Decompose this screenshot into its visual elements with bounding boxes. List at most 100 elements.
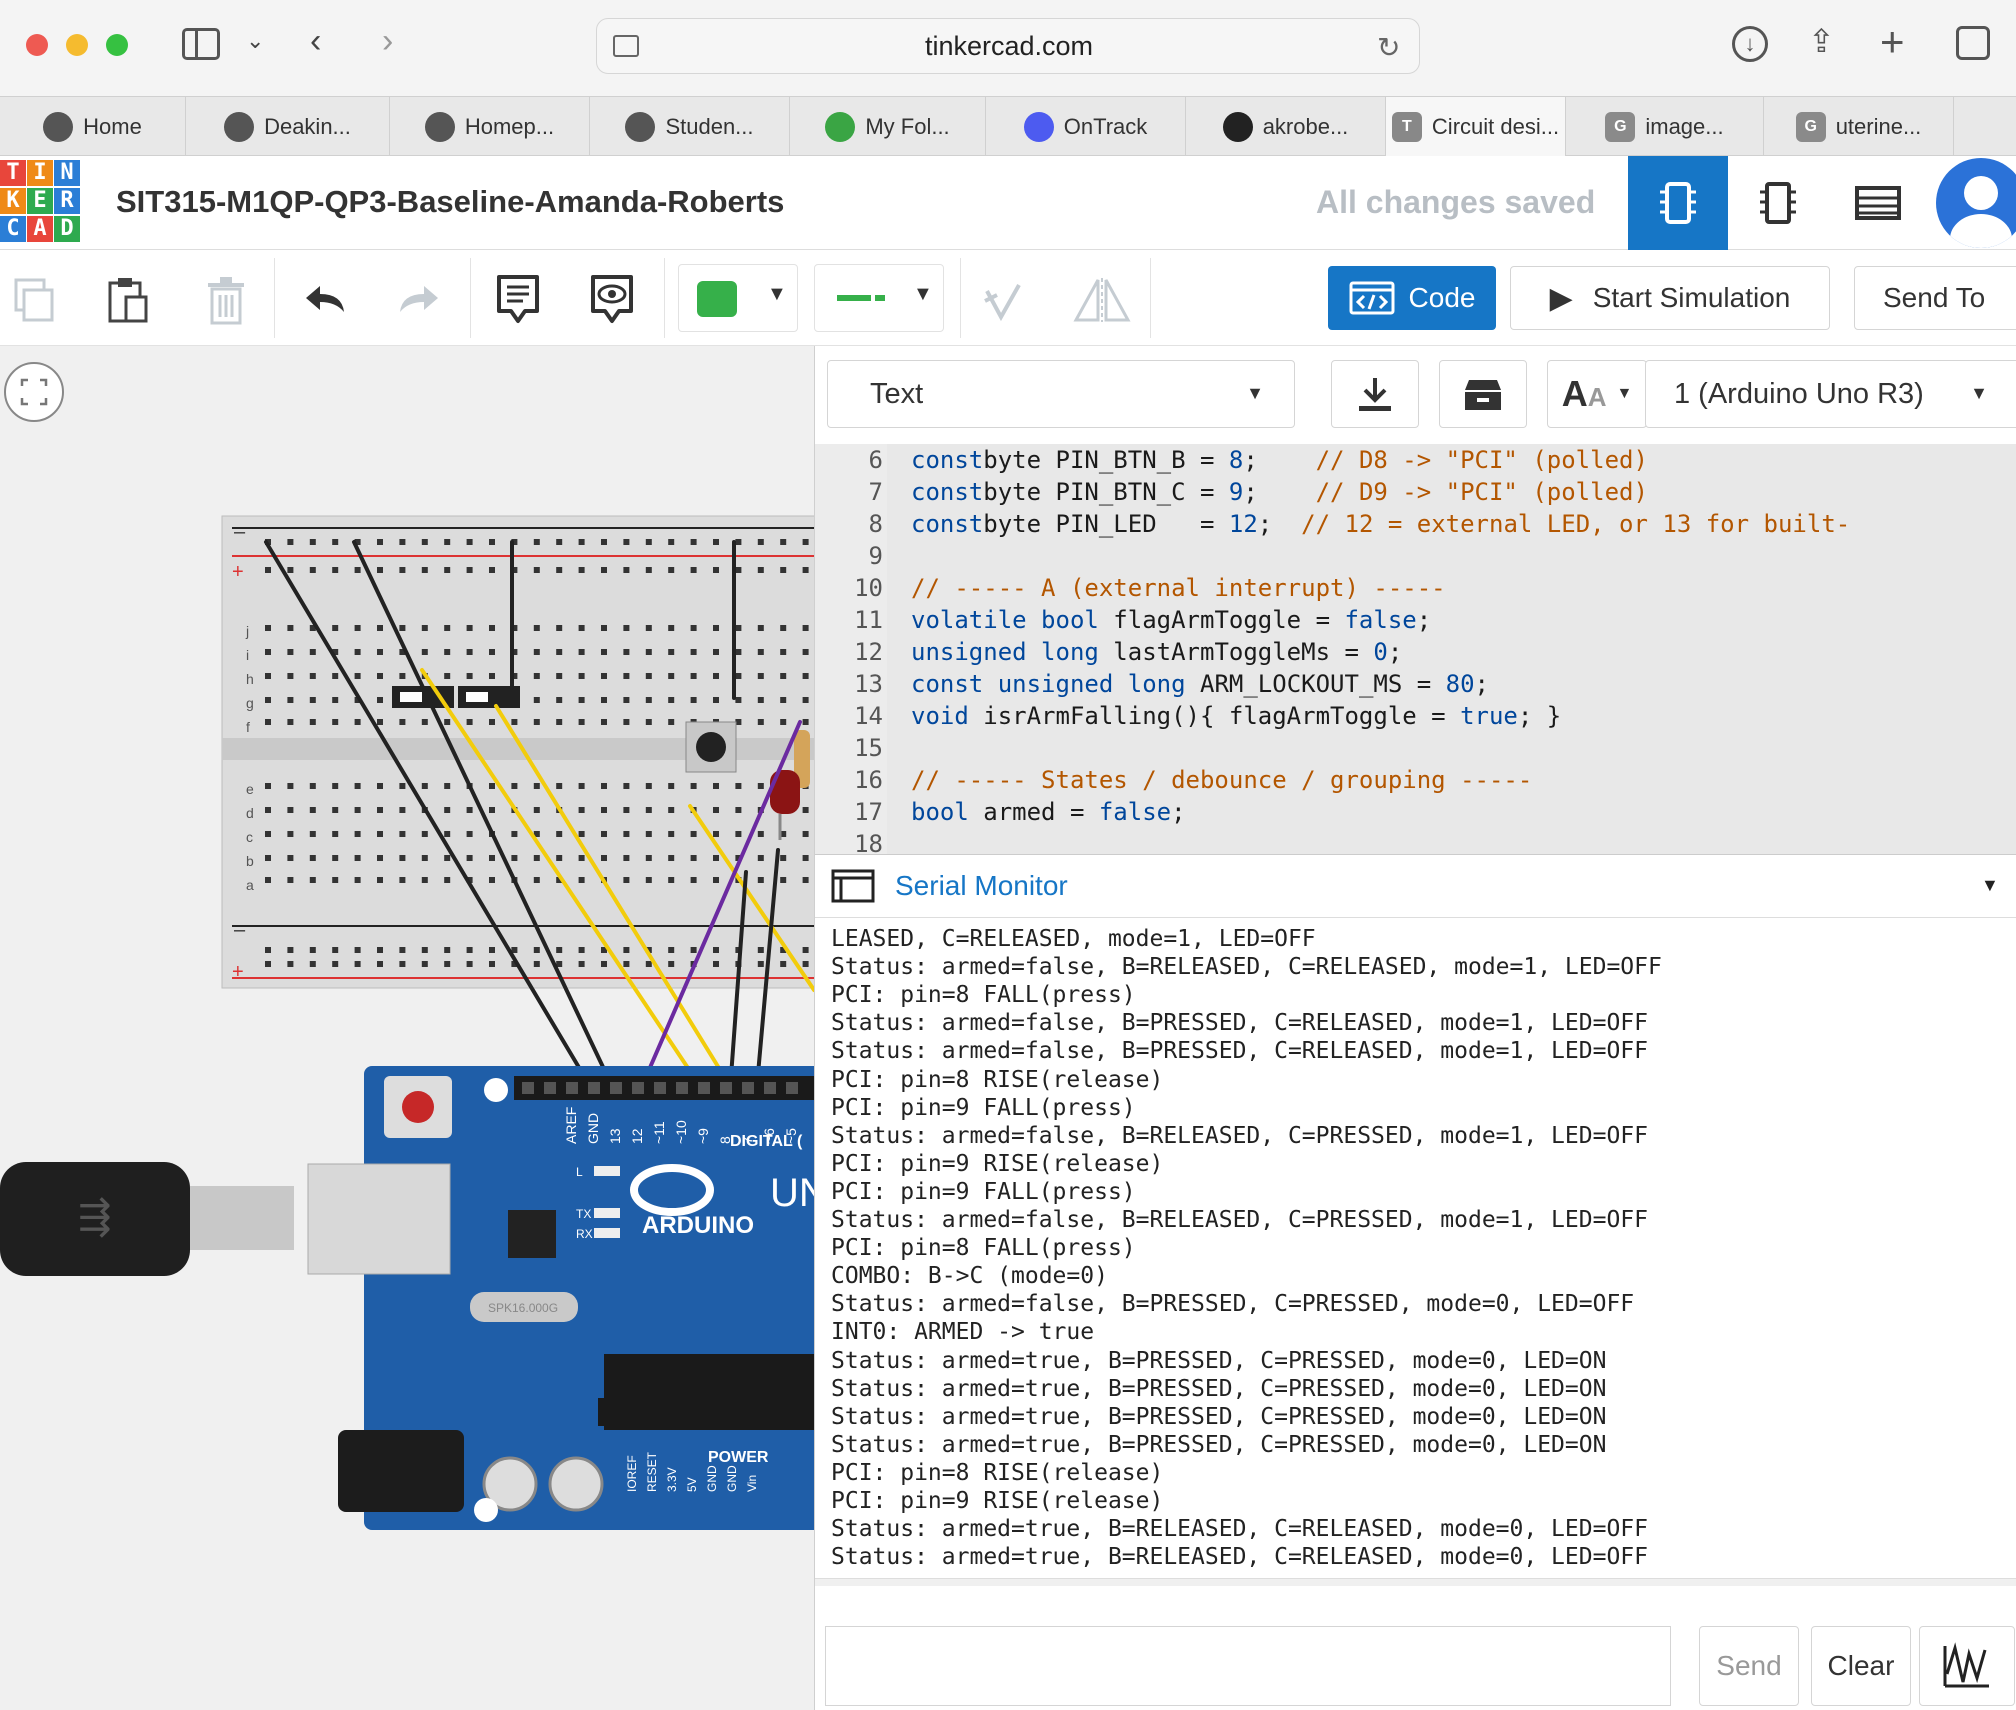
redo-icon[interactable]	[388, 272, 448, 328]
breadboard-hole	[690, 783, 697, 789]
code-button[interactable]: Code	[1328, 266, 1496, 330]
browser-tab[interactable]: Homep...	[390, 97, 590, 157]
code-editor[interactable]: 6 7 8 9 10 11 12 13 14 15 16 17 18 constbyte PIN_BTN…	[815, 444, 2016, 854]
new-tab-icon[interactable]: +	[1880, 18, 1905, 66]
breadboard-hole	[757, 831, 764, 837]
user-avatar[interactable]	[1936, 158, 2016, 248]
breadboard-hole	[444, 719, 451, 725]
font-size-button[interactable]: AA ▼	[1547, 360, 1647, 428]
downloads-icon[interactable]: ↓	[1732, 26, 1768, 62]
breadboard-hole	[802, 831, 809, 837]
circuit-view-button[interactable]	[1628, 156, 1728, 250]
forward-button[interactable]: ›	[382, 24, 393, 58]
flip-icon[interactable]	[1072, 272, 1132, 328]
color-picker[interactable]: ▼	[678, 264, 798, 332]
breadboard-hole	[645, 719, 652, 725]
breadboard-hole	[309, 719, 316, 725]
rotate-icon[interactable]	[972, 272, 1032, 328]
browser-tab[interactable]: Guterine...	[1764, 97, 1954, 157]
serial-send-button[interactable]: Send	[1699, 1626, 1799, 1706]
breadboard-hole	[757, 567, 764, 573]
serial-scrollbar-track[interactable]	[815, 1578, 2016, 1586]
serial-clear-button[interactable]: Clear	[1811, 1626, 1911, 1706]
libraries-button[interactable]	[1439, 360, 1527, 428]
breadboard-hole	[735, 673, 742, 679]
project-title[interactable]: SIT315-M1QP-QP3-Baseline-Amanda-Roberts	[116, 184, 784, 220]
schematic-view-button[interactable]	[1728, 156, 1828, 250]
breadboard-hole	[421, 947, 428, 953]
tab-overview-icon[interactable]	[1956, 26, 1990, 60]
breadboard-hole	[287, 649, 294, 655]
logo-letter: R	[54, 188, 80, 214]
serial-input[interactable]	[825, 1626, 1671, 1706]
reset-button-cap	[402, 1091, 434, 1123]
breadboard-hole	[802, 673, 809, 679]
line-number: 6	[868, 446, 883, 474]
breadboard-hole	[757, 673, 764, 679]
board-select[interactable]: 1 (Arduino Uno R3) ▼	[1645, 360, 2016, 428]
reload-icon[interactable]: ↻	[1377, 31, 1400, 64]
code-token: ;	[1474, 670, 1489, 698]
serial-plotter-button[interactable]	[1919, 1626, 2015, 1706]
breadboard-hole	[690, 831, 697, 837]
breadboard-hole	[399, 719, 406, 725]
undo-icon[interactable]	[296, 272, 356, 328]
breadboard-hole	[668, 807, 675, 813]
breadboard-hole	[421, 855, 428, 861]
circuit-diagram[interactable]: –+–+jihgfedcba⇶SPK16.000GARDUINOUNDIGITA…	[0, 346, 814, 1710]
breadboard-hole	[735, 807, 742, 813]
sidebar-toggle-icon[interactable]	[182, 28, 220, 60]
circuit-canvas[interactable]: – + – + j i h g f e d c b a ⇶ SPK16.000G ARDUINO UN DIGITA…	[0, 346, 814, 1710]
download-code-button[interactable]	[1331, 360, 1419, 428]
browser-tab[interactable]: Home	[0, 97, 186, 157]
breadboard-hole	[578, 877, 585, 883]
breadboard-hole	[713, 855, 719, 861]
back-button[interactable]: ‹	[310, 24, 321, 58]
browser-tab[interactable]: Studen...	[590, 97, 790, 157]
share-icon[interactable]: ⇪	[1808, 22, 1835, 60]
copy-icon[interactable]	[4, 272, 64, 328]
code-mode-select[interactable]: Text ▼	[827, 360, 1295, 428]
breadboard-hole	[354, 807, 361, 813]
tab-group-chevron-icon[interactable]: ⌄	[246, 30, 264, 52]
collapse-serial-icon[interactable]: ▼	[1981, 875, 1999, 896]
breadboard-hole	[533, 783, 540, 789]
serial-line: LEASED, C=RELEASED, mode=1, LED=OFF	[831, 926, 1316, 952]
browser-tab[interactable]: T Circuit desi...	[1386, 97, 1566, 157]
notes-visibility-icon[interactable]	[582, 272, 642, 328]
browser-tab[interactable]: My Fol...	[790, 97, 986, 157]
zoom-window-button[interactable]	[106, 34, 128, 56]
tinkercad-logo[interactable]: TIN KER CAD	[0, 160, 80, 244]
breadboard-hole	[690, 625, 697, 631]
close-window-button[interactable]	[26, 34, 48, 56]
address-bar[interactable]: tinkercad.com ↻	[596, 18, 1420, 74]
minimize-window-button[interactable]	[66, 34, 88, 56]
led-label: TX	[576, 1207, 591, 1221]
breadboard-hole	[533, 649, 540, 655]
serial-output[interactable]: LEASED, C=RELEASED, mode=1, LED=OFF Statu…	[815, 918, 2016, 1578]
header-pin	[654, 1082, 666, 1094]
breadboard-hole	[421, 567, 428, 573]
browser-tab[interactable]: OnTrack	[986, 97, 1186, 157]
browser-tab[interactable]: Deakin...	[186, 97, 390, 157]
delete-icon[interactable]	[196, 272, 256, 328]
serial-monitor-header[interactable]: Serial Monitor ▼	[815, 854, 2016, 918]
send-to-button[interactable]: Send To	[1854, 266, 2016, 330]
row-letter: j	[245, 623, 249, 639]
code-token: 9	[1228, 478, 1244, 506]
start-simulation-button[interactable]: ▶ Start Simulation	[1510, 266, 1830, 330]
breadboard-hole	[421, 783, 428, 789]
browser-tab[interactable]: Gimage...	[1566, 97, 1764, 157]
paste-icon[interactable]	[98, 272, 158, 328]
breadboard-hole	[265, 807, 271, 813]
notes-icon[interactable]	[488, 272, 548, 328]
wire-type-picker[interactable]: ▼	[814, 264, 944, 332]
browser-tab[interactable]: akrobe...	[1186, 97, 1386, 157]
breadboard-hole	[489, 947, 495, 953]
breadboard-hole	[735, 539, 742, 545]
breadboard-hole	[690, 947, 697, 953]
code-token: false	[1098, 798, 1172, 826]
list-icon	[1855, 186, 1901, 220]
breadboard-hole	[466, 539, 473, 545]
component-list-button[interactable]	[1828, 156, 1928, 250]
